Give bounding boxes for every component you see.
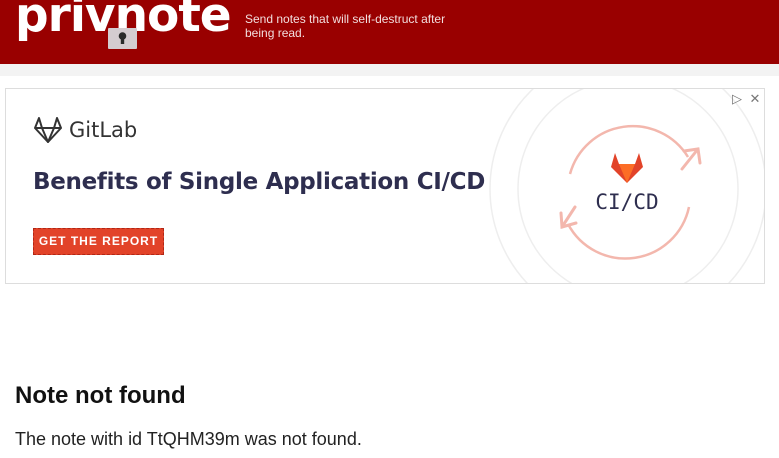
- play-triangle-icon[interactable]: ▷: [730, 91, 744, 107]
- ci-cd-label: CI/CD: [595, 190, 658, 214]
- ad-controls: ▷ ✕: [728, 89, 764, 109]
- page-title: Note not found: [15, 382, 186, 409]
- site-header: privnote Send notes that will self-destr…: [0, 0, 779, 64]
- not-found-message: The note with id TtQHM39m was not found.: [15, 429, 362, 449]
- advertisement-banner[interactable]: GitLab Benefits of Single Application CI…: [5, 88, 765, 284]
- gitlab-tanuki-icon: [611, 153, 643, 183]
- gitlab-logo-icon: [34, 117, 62, 143]
- ad-brand: GitLab: [33, 116, 137, 144]
- ci-cd-cycle-graphic: CI/CD: [489, 89, 764, 283]
- header-divider: [0, 64, 779, 76]
- lock-icon: [108, 28, 137, 49]
- get-the-report-button[interactable]: GET THE REPORT: [33, 228, 164, 255]
- ad-headline[interactable]: Benefits of Single Application CI/CD: [33, 169, 485, 195]
- tagline: Send notes that will self-destruct after…: [245, 12, 446, 40]
- close-icon[interactable]: ✕: [748, 91, 762, 107]
- ad-brand-name: GitLab: [69, 118, 138, 142]
